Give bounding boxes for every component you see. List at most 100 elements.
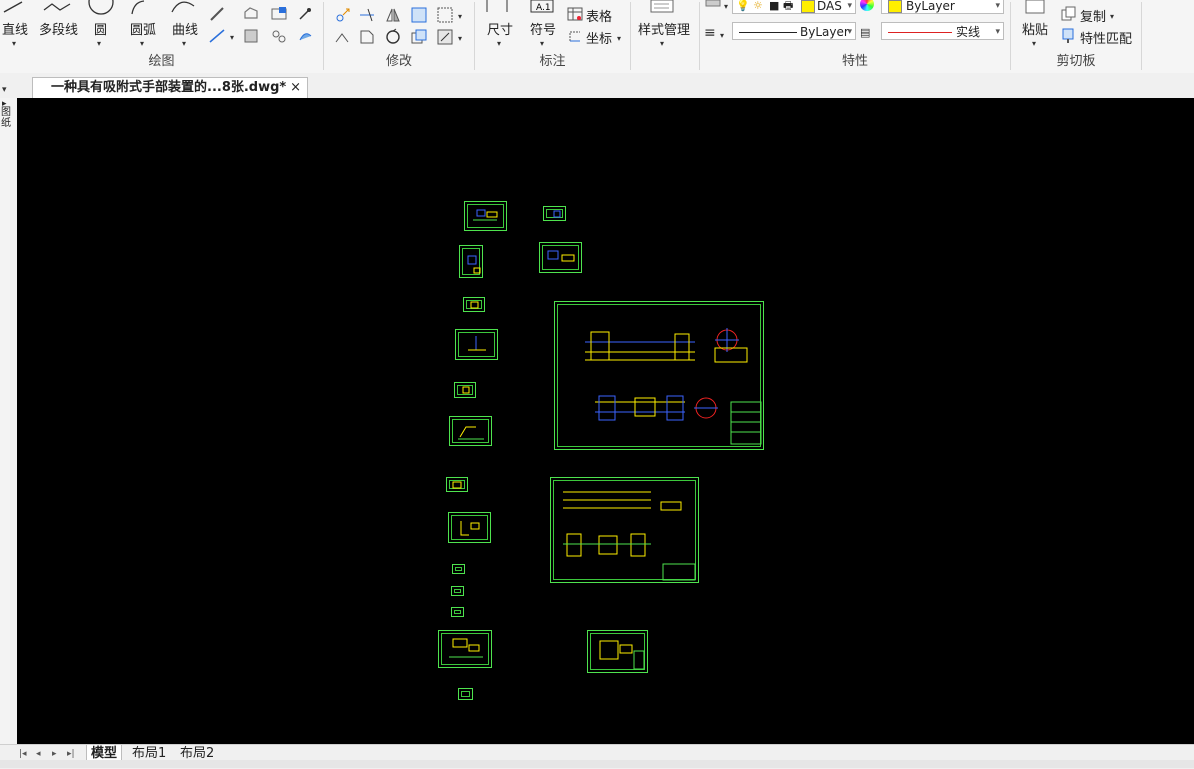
drawing-sheet[interactable] — [454, 382, 476, 398]
chevron-down-icon[interactable]: ▾ — [12, 37, 16, 51]
horizontal-scrollbar[interactable] — [0, 760, 1194, 768]
coordinate-tool[interactable]: 坐标 — [586, 28, 612, 47]
paste-icon[interactable] — [1023, 0, 1047, 14]
symbol-tool[interactable]: 符号 — [530, 19, 556, 38]
chevron-down-icon[interactable]: ▾ — [230, 31, 234, 45]
stretch-icon[interactable] — [334, 28, 352, 46]
chevron-down-icon[interactable]: ▾ — [497, 37, 501, 51]
paste-tool[interactable]: 粘贴 — [1022, 19, 1048, 38]
region-icon[interactable] — [270, 6, 288, 22]
polyline-tool[interactable]: 多段线 — [39, 19, 78, 38]
line-icon[interactable] — [2, 0, 24, 14]
drawing-sheet[interactable] — [455, 329, 498, 360]
arc-icon[interactable] — [128, 0, 148, 16]
match-properties-tool[interactable]: 特性匹配 — [1080, 28, 1132, 47]
last-tab-icon[interactable]: ▸| — [67, 749, 75, 759]
boundary-icon[interactable] — [270, 28, 288, 44]
chevron-down-icon[interactable]: ▾ — [995, 23, 1000, 41]
close-icon[interactable]: × — [290, 78, 301, 98]
curve-tool[interactable]: 曲线 — [172, 19, 198, 38]
table-tool[interactable]: 表格 — [586, 6, 612, 25]
drawing-sheet[interactable] — [438, 630, 492, 668]
circle-icon[interactable] — [88, 0, 114, 16]
hatch-icon[interactable] — [242, 28, 260, 44]
chevron-down-icon[interactable]: ▾ — [847, 0, 852, 15]
color-wheel-icon[interactable] — [860, 0, 874, 11]
chevron-down-icon[interactable]: ▾ — [617, 32, 621, 46]
move-icon[interactable] — [334, 6, 352, 24]
circle-tool[interactable]: 圆 — [94, 19, 107, 38]
curve-icon[interactable] — [170, 0, 196, 16]
lineweight-combo[interactable]: 实线 ▾ — [881, 22, 1004, 40]
first-tab-icon[interactable]: |◂ — [19, 749, 27, 759]
match-properties-icon[interactable] — [1061, 28, 1077, 44]
layer-combo[interactable]: 💡 ☼ ■ 🖶 DAS ▾ — [732, 0, 856, 14]
drawing-sheet[interactable] — [446, 477, 468, 492]
drawing-sheet[interactable] — [539, 242, 582, 273]
symbol-icon[interactable]: A.1 — [529, 0, 557, 14]
document-tab[interactable]: 一种具有吸附式手部装置的...8张.dwg* × — [32, 77, 308, 98]
edit-icon[interactable] — [436, 28, 454, 46]
linetype-icon[interactable]: ≡ — [704, 26, 716, 40]
trim-icon[interactable] — [358, 6, 376, 24]
point-icon[interactable] — [297, 6, 313, 22]
array-icon[interactable] — [436, 6, 454, 24]
chevron-down-icon[interactable]: ▾ — [995, 0, 1000, 15]
print-icon[interactable]: 🖶 — [783, 0, 793, 15]
chevron-down-icon[interactable]: ▾ — [1110, 10, 1114, 24]
copy-tool[interactable]: 复制 — [1080, 6, 1106, 25]
drawing-sheet[interactable] — [463, 297, 485, 312]
drawing-sheet[interactable] — [587, 630, 648, 673]
drawing-sheet[interactable] — [448, 512, 491, 543]
chevron-down-icon[interactable]: ▾ — [847, 23, 852, 41]
chevron-down-icon[interactable]: ▾ — [720, 29, 724, 43]
scale-icon[interactable] — [358, 28, 376, 46]
chevron-down-icon[interactable]: ▾ — [660, 37, 664, 51]
shape-icon[interactable] — [242, 6, 260, 22]
polyline-icon[interactable] — [42, 0, 72, 14]
lock-icon[interactable]: ■ — [769, 0, 779, 15]
drawing-sheet[interactable] — [449, 416, 492, 446]
next-tab-icon[interactable]: ▸ — [52, 749, 57, 759]
pin-icon[interactable]: ▾ — [2, 83, 7, 97]
drawing-sheet[interactable] — [458, 688, 473, 700]
line-tool[interactable]: 直线 — [2, 19, 28, 38]
drawing-sheet[interactable] — [451, 586, 464, 596]
coordinate-icon[interactable] — [567, 29, 583, 43]
copy-clip-icon[interactable] — [1061, 6, 1077, 22]
chevron-down-icon[interactable]: ▾ — [97, 37, 101, 51]
wipeout-icon[interactable] — [297, 28, 313, 44]
drawing-sheet[interactable] — [543, 206, 566, 221]
dimension-tool[interactable]: 尺寸 — [487, 19, 513, 38]
sun-icon[interactable]: ☼ — [753, 0, 763, 15]
copy-icon[interactable] — [410, 28, 428, 46]
layer-icon[interactable] — [704, 0, 722, 8]
drawing-sheet[interactable] — [464, 201, 507, 231]
drawing-sheet[interactable] — [459, 245, 483, 278]
dimension-icon[interactable] — [485, 0, 509, 14]
pencil-icon[interactable] — [208, 6, 226, 22]
arc-tool[interactable]: 圆弧 — [130, 19, 156, 38]
drawing-sheet[interactable] — [452, 564, 465, 574]
linetype-combo[interactable]: ByLayer ▾ — [732, 22, 856, 40]
mirror-icon[interactable] — [384, 6, 402, 24]
left-panel-strip[interactable]: ▸ 图纸 — [0, 98, 17, 744]
color-combo[interactable]: ByLayer ▾ — [881, 0, 1004, 14]
chevron-down-icon[interactable]: ▾ — [724, 0, 728, 14]
chevron-down-icon[interactable]: ▾ — [1032, 37, 1036, 51]
construction-line-icon[interactable] — [208, 28, 226, 44]
drawing-sheet-large[interactable] — [554, 301, 764, 450]
table-icon[interactable] — [567, 7, 583, 21]
chevron-down-icon[interactable]: ▾ — [540, 37, 544, 51]
drawing-canvas[interactable] — [17, 98, 1194, 744]
chevron-down-icon[interactable]: ▾ — [140, 37, 144, 51]
rotate-icon[interactable] — [384, 28, 402, 46]
drawing-sheet-large[interactable] — [550, 477, 699, 583]
style-manager-icon[interactable] — [649, 0, 677, 14]
chevron-down-icon[interactable]: ▾ — [458, 10, 462, 24]
chevron-down-icon[interactable]: ▾ — [458, 32, 462, 46]
drawing-sheet[interactable] — [451, 607, 464, 617]
left-panel-label[interactable]: 图纸 — [1, 107, 13, 129]
chevron-down-icon[interactable]: ▾ — [182, 37, 186, 51]
prev-tab-icon[interactable]: ◂ — [36, 749, 41, 759]
